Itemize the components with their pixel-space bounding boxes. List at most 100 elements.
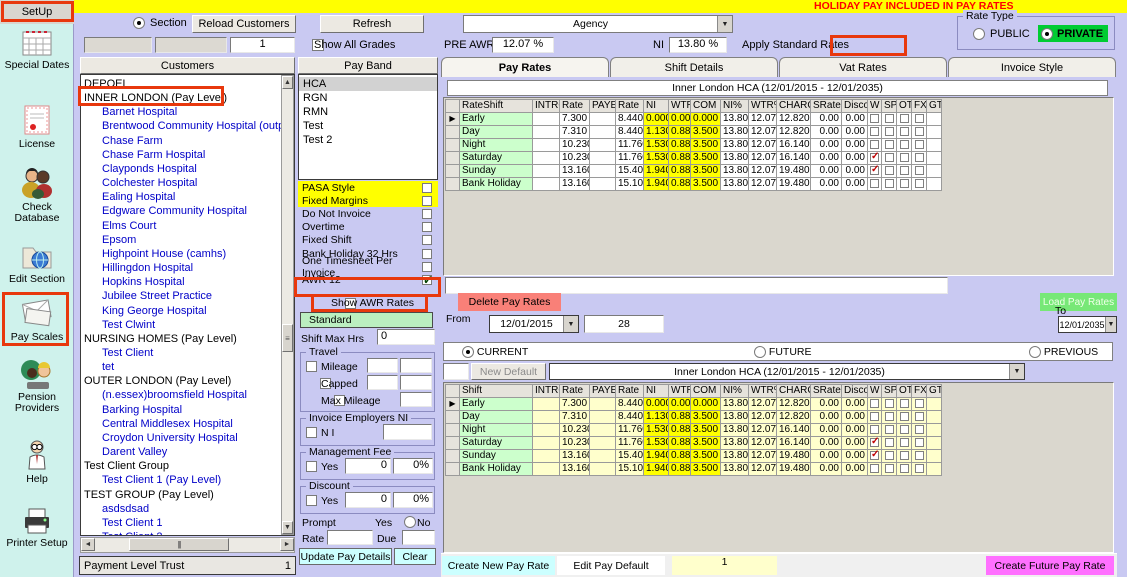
radio-icon[interactable] <box>462 346 474 358</box>
grid-cell-ni_pct[interactable]: 13.80% <box>721 165 749 178</box>
grid-cell-ni[interactable]: 1.940 <box>644 178 669 191</box>
grid-row[interactable]: Bank Holiday13.16015.1001.9400.8803.5001… <box>446 463 942 476</box>
grid-cell-paye[interactable] <box>590 398 616 411</box>
discount-percent-field[interactable]: 0% <box>393 492 433 508</box>
grid-cell-ni_pct[interactable]: 13.80% <box>721 411 749 424</box>
grid-cell-ni[interactable]: 1.130 <box>644 411 669 424</box>
grid-cell-gt[interactable] <box>927 450 942 463</box>
grid-cell-rate2[interactable]: 8.440 <box>616 113 644 126</box>
grid-cell-fx[interactable] <box>912 113 927 126</box>
grid-cell-fx[interactable] <box>912 165 927 178</box>
sidebar-item-printer-setup[interactable]: Printer Setup <box>0 506 74 549</box>
customer-item[interactable]: Edgware Community Hospital <box>81 204 294 218</box>
grid-cell-wtr[interactable]: 0.000 <box>669 113 691 126</box>
grid-cell-ni[interactable]: 0.000 <box>644 398 669 411</box>
grid-cell-rate2[interactable]: 11.760 <box>616 424 644 437</box>
grid-cell-ni[interactable]: 1.940 <box>644 463 669 476</box>
grid-cell-w[interactable] <box>868 113 882 126</box>
grid-cell-charge[interactable]: 16.140 <box>777 437 811 450</box>
section-radio[interactable] <box>133 17 145 29</box>
max-mileage-field[interactable] <box>400 392 432 407</box>
management-fee-yes-checkbox[interactable] <box>306 461 317 472</box>
tab-shift-details[interactable]: Shift Details <box>610 57 778 77</box>
grid-cell-ni[interactable]: 0.000 <box>644 113 669 126</box>
ot-grid-checkbox[interactable] <box>900 166 909 175</box>
customer-item[interactable]: Central Middlesex Hospital <box>81 417 294 431</box>
grid-cell-paye[interactable] <box>590 437 616 450</box>
ot-grid-checkbox[interactable] <box>900 425 909 434</box>
grid-row[interactable]: Night10.23011.7601.5300.8803.50013.80%12… <box>446 424 942 437</box>
grid-cell-sp[interactable] <box>882 178 897 191</box>
grid-cell-intro[interactable] <box>533 152 560 165</box>
grid-cell-ni[interactable]: 1.530 <box>644 424 669 437</box>
grid-cell-shift[interactable]: Bank Holiday <box>460 463 533 476</box>
sp-grid-checkbox[interactable] <box>885 425 894 434</box>
fx-grid-checkbox[interactable] <box>915 451 924 460</box>
w-grid-checkbox[interactable] <box>870 127 879 136</box>
grid-cell-ni_pct[interactable]: 13.80% <box>721 113 749 126</box>
grid-cell-rate[interactable]: 13.160 <box>560 463 590 476</box>
customer-item[interactable]: Barnet Hospital <box>81 105 294 119</box>
sp-grid-checkbox[interactable] <box>885 114 894 123</box>
payband-item-test[interactable]: Test <box>299 119 437 133</box>
w-grid-checkbox[interactable] <box>870 114 879 123</box>
grid-cell-shift[interactable]: Night <box>460 139 533 152</box>
grid-cell-com[interactable]: 3.500 <box>691 437 721 450</box>
discount-amount-field[interactable]: 0 <box>345 492 391 508</box>
sp-grid-checkbox[interactable] <box>885 179 894 188</box>
grid-cell-w[interactable] <box>868 398 882 411</box>
grid-cell-ot[interactable] <box>897 113 912 126</box>
grid-cell-srate[interactable]: 0.00 <box>811 424 842 437</box>
grid-cell-gt[interactable] <box>927 113 942 126</box>
grid-cell-sp[interactable] <box>882 424 897 437</box>
customers-hscrollbar[interactable]: ◄ ||| ► <box>80 537 295 553</box>
grid-cell-ni_pct[interactable]: 13.80% <box>721 178 749 191</box>
grid-cell-rate[interactable]: 10.230 <box>560 437 590 450</box>
grid-cell-ot[interactable] <box>897 450 912 463</box>
from-date-combo[interactable]: 12/01/2015 ▼ <box>489 315 579 333</box>
grid-cell-ni_pct[interactable]: 13.80% <box>721 152 749 165</box>
sp-grid-checkbox[interactable] <box>885 438 894 447</box>
grid-row[interactable]: Day7.3108.4401.1300.8803.50013.80%12.07%… <box>446 411 942 424</box>
ni-field[interactable]: 13.80 % <box>669 37 727 53</box>
payband-item-hca[interactable]: HCA <box>299 77 437 91</box>
grid-cell-rate[interactable]: 10.230 <box>560 152 590 165</box>
period-radio-previous[interactable]: PREVIOUS <box>1029 346 1098 358</box>
grid-cell-wtr[interactable]: 0.880 <box>669 152 691 165</box>
period-radio-current[interactable]: CURRENT <box>462 346 528 358</box>
grid-cell-intro[interactable] <box>533 398 560 411</box>
grid-cell-paye[interactable] <box>590 152 616 165</box>
grid-cell-wtr_pct[interactable]: 12.07% <box>749 437 777 450</box>
grid-cell-rate2[interactable]: 11.760 <box>616 437 644 450</box>
fx-grid-checkbox[interactable] <box>915 179 924 188</box>
capped-field-1[interactable] <box>367 375 398 390</box>
customer-item[interactable]: Hillingdon Hospital <box>81 261 294 275</box>
radio-icon[interactable] <box>1029 346 1041 358</box>
grid-cell-charge[interactable]: 12.820 <box>777 113 811 126</box>
w-grid-checkbox[interactable] <box>870 399 879 408</box>
period-radio-future[interactable]: FUTURE <box>754 346 812 358</box>
w-grid-checkbox[interactable] <box>870 153 879 162</box>
grid-cell-ot[interactable] <box>897 463 912 476</box>
grade-number-field[interactable]: 1 <box>230 37 295 53</box>
customer-item[interactable]: OUTER LONDON (Pay Level) <box>81 374 294 388</box>
customer-item[interactable]: Elms Court <box>81 219 294 233</box>
grid-row[interactable]: ▶Early7.3008.4400.0000.0000.00013.80%12.… <box>446 113 942 126</box>
option-fixed-shift[interactable]: Fixed Shift <box>298 234 438 247</box>
grid-cell-rate2[interactable]: 8.440 <box>616 398 644 411</box>
grid-row[interactable]: Sunday13.16015.4001.9400.8803.50013.80%1… <box>446 165 942 178</box>
grid-cell-ni[interactable]: 1.530 <box>644 437 669 450</box>
sp-grid-checkbox[interactable] <box>885 451 894 460</box>
option-fixed-margins[interactable]: Fixed Margins <box>298 194 438 207</box>
customer-item[interactable]: Test Client Group <box>81 459 294 473</box>
grid-cell-gt[interactable] <box>927 463 942 476</box>
ot-grid-checkbox[interactable] <box>900 451 909 460</box>
grid-cell-discou[interactable]: 0.00 <box>842 450 868 463</box>
grid-cell-rowhdr[interactable] <box>446 126 460 139</box>
grid-cell-rowhdr[interactable]: ▶ <box>446 398 460 411</box>
grid-cell-gt[interactable] <box>927 165 942 178</box>
grid-cell-charge[interactable]: 12.820 <box>777 126 811 139</box>
grid-cell-rate[interactable]: 13.160 <box>560 450 590 463</box>
option-checkbox[interactable] <box>422 196 432 206</box>
option-checkbox[interactable] <box>422 262 432 272</box>
